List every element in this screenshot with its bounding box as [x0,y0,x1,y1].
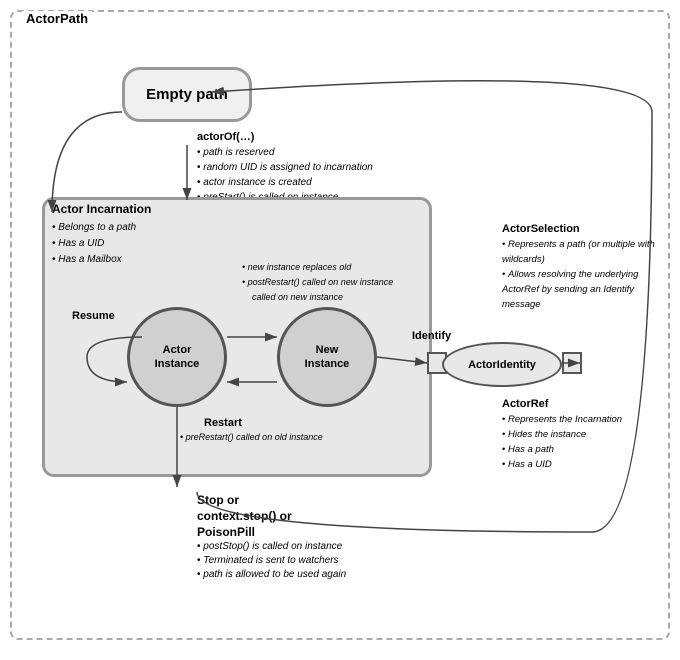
ar-prop-2: Hides the instance [502,427,622,442]
ar-prop-4: Has a UID [502,457,622,472]
actor-identity-ellipse: ActorIdentity [442,342,562,387]
inc-prop-3: Has a Mailbox [52,252,136,268]
diagram-title: ActorPath [22,11,92,26]
stop-title-3: PoisonPill [197,524,346,540]
stop-annotation: Stop or context.stop() or PoisonPill pos… [197,492,346,582]
stop-title-2: context.stop() or [197,508,346,524]
restart-label: Restart [204,417,242,429]
ar-prop-1: Represents the Incarnation [502,412,622,427]
stop-title-1: Stop or [197,492,346,508]
actor-instance-circle: ActorInstance [127,307,227,407]
actor-selection-square-right [562,352,582,374]
as-prop-2: Allows resolving the underlying ActorRef… [502,267,657,312]
inc-prop-1: Belongs to a path [52,220,136,236]
ar-prop-3: Has a path [502,442,622,457]
resume-label: Resume [72,310,115,322]
diagram-container: ActorPath Empty path actorOf(…) path is … [10,10,670,640]
identify-label: Identify [412,330,451,342]
actor-ref-title: ActorRef [502,397,622,412]
stop-prop-3: path is allowed to be used again [197,568,346,582]
new-instance-circle: NewInstance [277,307,377,407]
ni-prop-2: postRestart() called on new instance [242,275,393,290]
stop-prop-1: postStop() is called on instance [197,540,346,554]
actor-selection-annotation: ActorSelection Represents a path (or mul… [502,222,657,312]
new-instance-props: new instance replaces old postRestart() … [242,260,393,305]
actor-of-prop-2: random UID is assigned to incarnation [197,160,373,175]
ni-prop-1: new instance replaces old [242,260,393,275]
actor-of-title: actorOf(…) [197,130,373,145]
stop-prop-2: Terminated is sent to watchers [197,554,346,568]
empty-path-node: Empty path [122,67,252,122]
actor-incarnation-label: Actor Incarnation [52,202,151,216]
restart-props: preRestart() called on old instance [180,432,323,442]
inc-prop-2: Has a UID [52,236,136,252]
actor-of-prop-3: actor instance is created [197,175,373,190]
actor-selection-title: ActorSelection [502,222,657,237]
actor-of-prop-1: path is reserved [197,145,373,160]
incarnation-props: Belongs to a path Has a UID Has a Mailbo… [52,220,136,268]
actor-ref-annotation: ActorRef Represents the Incarnation Hide… [502,397,622,472]
actor-of-annotation: actorOf(…) path is reserved random UID i… [197,130,373,205]
as-prop-1: Represents a path (or multiple with wild… [502,237,657,267]
